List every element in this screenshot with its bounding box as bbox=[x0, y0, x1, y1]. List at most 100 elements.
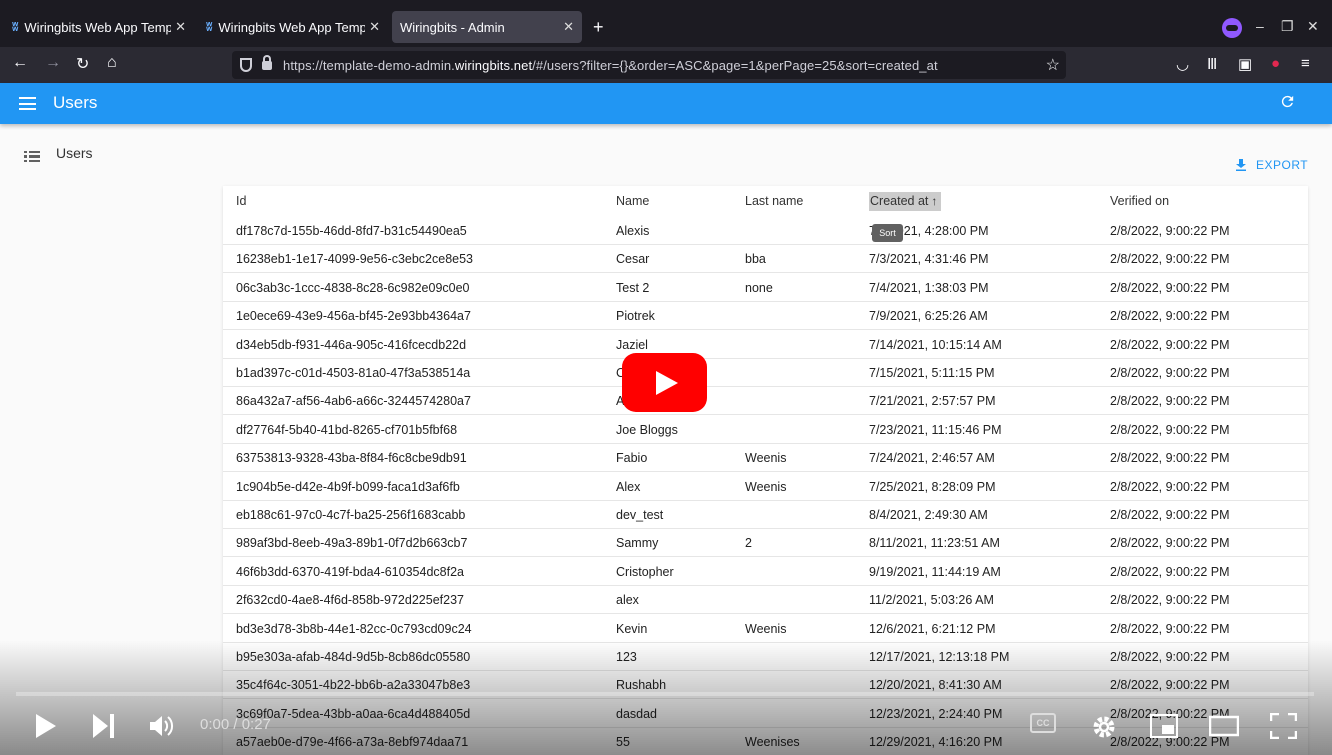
cell-created-at: 8/4/2021, 2:49:30 AM bbox=[869, 508, 988, 522]
table-row[interactable]: 1c904b5e-d42e-4b9f-b099-faca1d3af6fb Alex… bbox=[223, 472, 1308, 501]
cell-verified-on: 2/8/2022, 9:00:22 PM bbox=[1110, 422, 1230, 437]
cell-id: 35c4f64c-3051-4b22-bb6b-a2a33047b8e3 bbox=[236, 678, 471, 693]
back-icon[interactable]: ← bbox=[12, 54, 28, 72]
bookmark-star-icon[interactable]: ☆ bbox=[1046, 55, 1060, 75]
lock-icon[interactable] bbox=[262, 54, 272, 70]
column-header-verified-on[interactable]: Verified on bbox=[1110, 194, 1169, 208]
cell-name: Cesar bbox=[616, 252, 650, 267]
table-row[interactable]: a57aeb0e-d79e-4f66-a73a-8ebf974daa71 55 We… bbox=[223, 727, 1308, 755]
cell-verified-on: 2/8/2022, 9:00:22 PM bbox=[1110, 309, 1230, 324]
fullscreen-icon[interactable] bbox=[1270, 713, 1297, 739]
tab-title: Wiringbits Web App Temp bbox=[218, 19, 366, 35]
miniplayer-icon[interactable] bbox=[1150, 714, 1178, 738]
close-icon[interactable]: ✕ bbox=[175, 19, 186, 35]
table-row[interactable]: df178c7d-155b-46dd-8fd7-b31c54490ea5 Alex… bbox=[223, 216, 1308, 245]
new-tab-icon[interactable]: + bbox=[593, 17, 604, 38]
reload-icon[interactable]: ↻ bbox=[76, 54, 89, 74]
minimize-icon[interactable]: – bbox=[1256, 18, 1264, 34]
cell-last-name: none bbox=[745, 280, 773, 295]
cell-name: dasdad bbox=[616, 706, 658, 721]
cell-name: Alex bbox=[616, 479, 641, 494]
table-row[interactable]: 16238eb1-1e17-4099-9e56-c3ebc2ce8e53 Cesa… bbox=[223, 244, 1308, 274]
sorted-column-label: Created at bbox=[870, 194, 929, 208]
settings-gear-icon[interactable] bbox=[1091, 714, 1117, 740]
page-title: Users bbox=[53, 93, 98, 112]
theater-mode-icon[interactable] bbox=[1209, 715, 1239, 737]
wiringbits-favicon-icon: ʬ bbox=[12, 20, 19, 34]
table-row[interactable]: 46f6b3dd-6370-419f-bda4-610354dc8f2a Cris… bbox=[223, 557, 1308, 586]
cell-id: 989af3bd-8eeb-49a3-89b1-0f7d2b663cb7 bbox=[236, 536, 468, 551]
table-header-row: Id Name Last name Created at ↑ Verified o… bbox=[223, 186, 1308, 216]
play-icon[interactable] bbox=[35, 713, 57, 739]
captions-icon[interactable]: CC bbox=[1030, 713, 1056, 733]
cell-id: eb188c61-97c0-4c7f-ba25-256f1683cabb bbox=[236, 508, 466, 522]
cell-verified-on: 2/8/2022, 9:00:22 PM bbox=[1110, 508, 1230, 522]
volume-icon[interactable] bbox=[149, 713, 175, 739]
table-row[interactable]: eb188c61-97c0-4c7f-ba25-256f1683cabb dev_… bbox=[223, 500, 1308, 529]
cell-id: a57aeb0e-d79e-4f66-a73a-8ebf974daa71 bbox=[236, 735, 469, 750]
cell-created-at: 7/9/2021, 6:25:26 AM bbox=[869, 309, 988, 324]
next-icon[interactable] bbox=[93, 714, 115, 738]
browser-tab-active[interactable]: Wiringbits - Admin ✕ bbox=[392, 11, 582, 43]
video-progress-bar[interactable] bbox=[16, 692, 1314, 696]
sidebar-toggle-icon[interactable]: ▣ bbox=[1238, 55, 1252, 73]
download-icon bbox=[1236, 159, 1246, 171]
cell-name: Piotrek bbox=[616, 309, 655, 324]
column-header-name[interactable]: Name bbox=[616, 194, 649, 208]
cell-id: 86a432a7-af56-4ab6-a66c-3244574280a7 bbox=[236, 394, 471, 409]
cell-verified-on: 2/8/2022, 9:00:22 PM bbox=[1110, 366, 1230, 380]
cell-created-at: 7/21/2021, 2:57:57 PM bbox=[869, 394, 996, 409]
column-header-last-name[interactable]: Last name bbox=[745, 194, 803, 208]
table-row[interactable]: df27764f-5b40-41bd-8265-cf701b5fbf68 Joe … bbox=[223, 415, 1308, 444]
table-row[interactable]: b95e303a-afab-484d-9d5b-8cb86dc05580 123 1… bbox=[223, 642, 1308, 671]
window-close-icon[interactable]: ✕ bbox=[1307, 18, 1319, 35]
forward-icon[interactable]: → bbox=[45, 54, 61, 72]
pocket-icon[interactable]: ◡ bbox=[1176, 55, 1189, 73]
cell-last-name: Weenis bbox=[745, 479, 787, 494]
menu-icon[interactable] bbox=[19, 97, 36, 110]
cell-id: 06c3ab3c-1ccc-4838-8c28-6c982e09c0e0 bbox=[236, 280, 470, 295]
cell-created-at: 7/15/2021, 5:11:15 PM bbox=[869, 366, 995, 380]
cell-id: 1c904b5e-d42e-4b9f-b099-faca1d3af6fb bbox=[236, 479, 460, 494]
app-bar: Users bbox=[0, 83, 1332, 124]
browser-tab[interactable]: ʬ Wiringbits Web App Temp ✕ bbox=[4, 11, 194, 43]
sort-ascending-icon[interactable]: ↑ bbox=[931, 194, 937, 208]
url-text[interactable]: https://template-demo-admin.wiringbits.n… bbox=[283, 58, 938, 73]
table-row[interactable]: 63753813-9328-43ba-8f84-f6c8cbe9db91 Fabi… bbox=[223, 443, 1308, 473]
extension-icon[interactable]: ● bbox=[1271, 55, 1280, 72]
table-row[interactable]: d34eb5db-f931-446a-905c-416fcecdb22d Jazi… bbox=[223, 330, 1308, 359]
close-icon[interactable]: ✕ bbox=[563, 19, 574, 35]
close-icon[interactable]: ✕ bbox=[369, 19, 380, 35]
cell-verified-on: 2/8/2022, 9:00:22 PM bbox=[1110, 536, 1230, 551]
browser-tab-bar: ʬ Wiringbits Web App Temp ✕ ʬ Wiringbits… bbox=[0, 0, 1332, 47]
app-menu-icon[interactable]: ≡ bbox=[1301, 55, 1310, 72]
library-icon[interactable]: Ⅲ bbox=[1207, 55, 1217, 73]
address-bar[interactable]: https://template-demo-admin.wiringbits.n… bbox=[232, 51, 1066, 79]
refresh-icon[interactable] bbox=[1279, 93, 1296, 110]
cell-created-at: 9/19/2021, 11:44:19 AM bbox=[869, 564, 1001, 579]
cell-name: Alexis bbox=[616, 224, 650, 238]
sidebar-item-users[interactable]: Users bbox=[24, 144, 93, 164]
cell-verified-on: 2/8/2022, 9:00:22 PM bbox=[1110, 564, 1230, 579]
restore-icon[interactable]: ❐ bbox=[1281, 18, 1294, 35]
table-row[interactable]: 86a432a7-af56-4ab6-a66c-3244574280a7 A 7/2… bbox=[223, 386, 1308, 416]
table-row[interactable]: b1ad397c-c01d-4503-81a0-47f3a538514a C 7/1… bbox=[223, 358, 1308, 387]
home-icon[interactable]: ⌂ bbox=[107, 54, 117, 72]
table-row[interactable]: 2f632cd0-4ae8-4f6d-858b-972d225ef237 alex… bbox=[223, 585, 1308, 615]
cell-id: b1ad397c-c01d-4503-81a0-47f3a538514a bbox=[236, 366, 471, 380]
cell-id: 1e0ece69-43e9-456a-bf45-2e93bb4364a7 bbox=[236, 309, 471, 324]
column-header-created-at[interactable]: Created at ↑ bbox=[869, 192, 942, 211]
table-row[interactable]: 06c3ab3c-1ccc-4838-8c28-6c982e09c0e0 Test… bbox=[223, 273, 1308, 302]
tracking-protection-icon[interactable] bbox=[240, 58, 252, 72]
cell-verified-on: 2/8/2022, 9:00:22 PM bbox=[1110, 280, 1230, 295]
browser-tab[interactable]: ʬ Wiringbits Web App Temp ✕ bbox=[198, 11, 388, 43]
column-header-id[interactable]: Id bbox=[236, 194, 246, 208]
table-row[interactable]: 3c69f0a7-5dea-43bb-a0aa-6ca4d488405d dasd… bbox=[223, 699, 1308, 728]
table-row[interactable]: 1e0ece69-43e9-456a-bf45-2e93bb4364a7 Piot… bbox=[223, 301, 1308, 331]
export-button[interactable]: EXPORT bbox=[1236, 158, 1308, 172]
cell-id: 63753813-9328-43ba-8f84-f6c8cbe9db91 bbox=[236, 451, 467, 466]
table-row[interactable]: bd3e3d78-3b8b-44e1-82cc-0c793cd09c24 Kevi… bbox=[223, 614, 1308, 643]
youtube-play-button[interactable] bbox=[622, 353, 707, 412]
table-row[interactable]: 989af3bd-8eeb-49a3-89b1-0f7d2b663cb7 Samm… bbox=[223, 528, 1308, 558]
cell-id: b95e303a-afab-484d-9d5b-8cb86dc05580 bbox=[236, 650, 471, 664]
